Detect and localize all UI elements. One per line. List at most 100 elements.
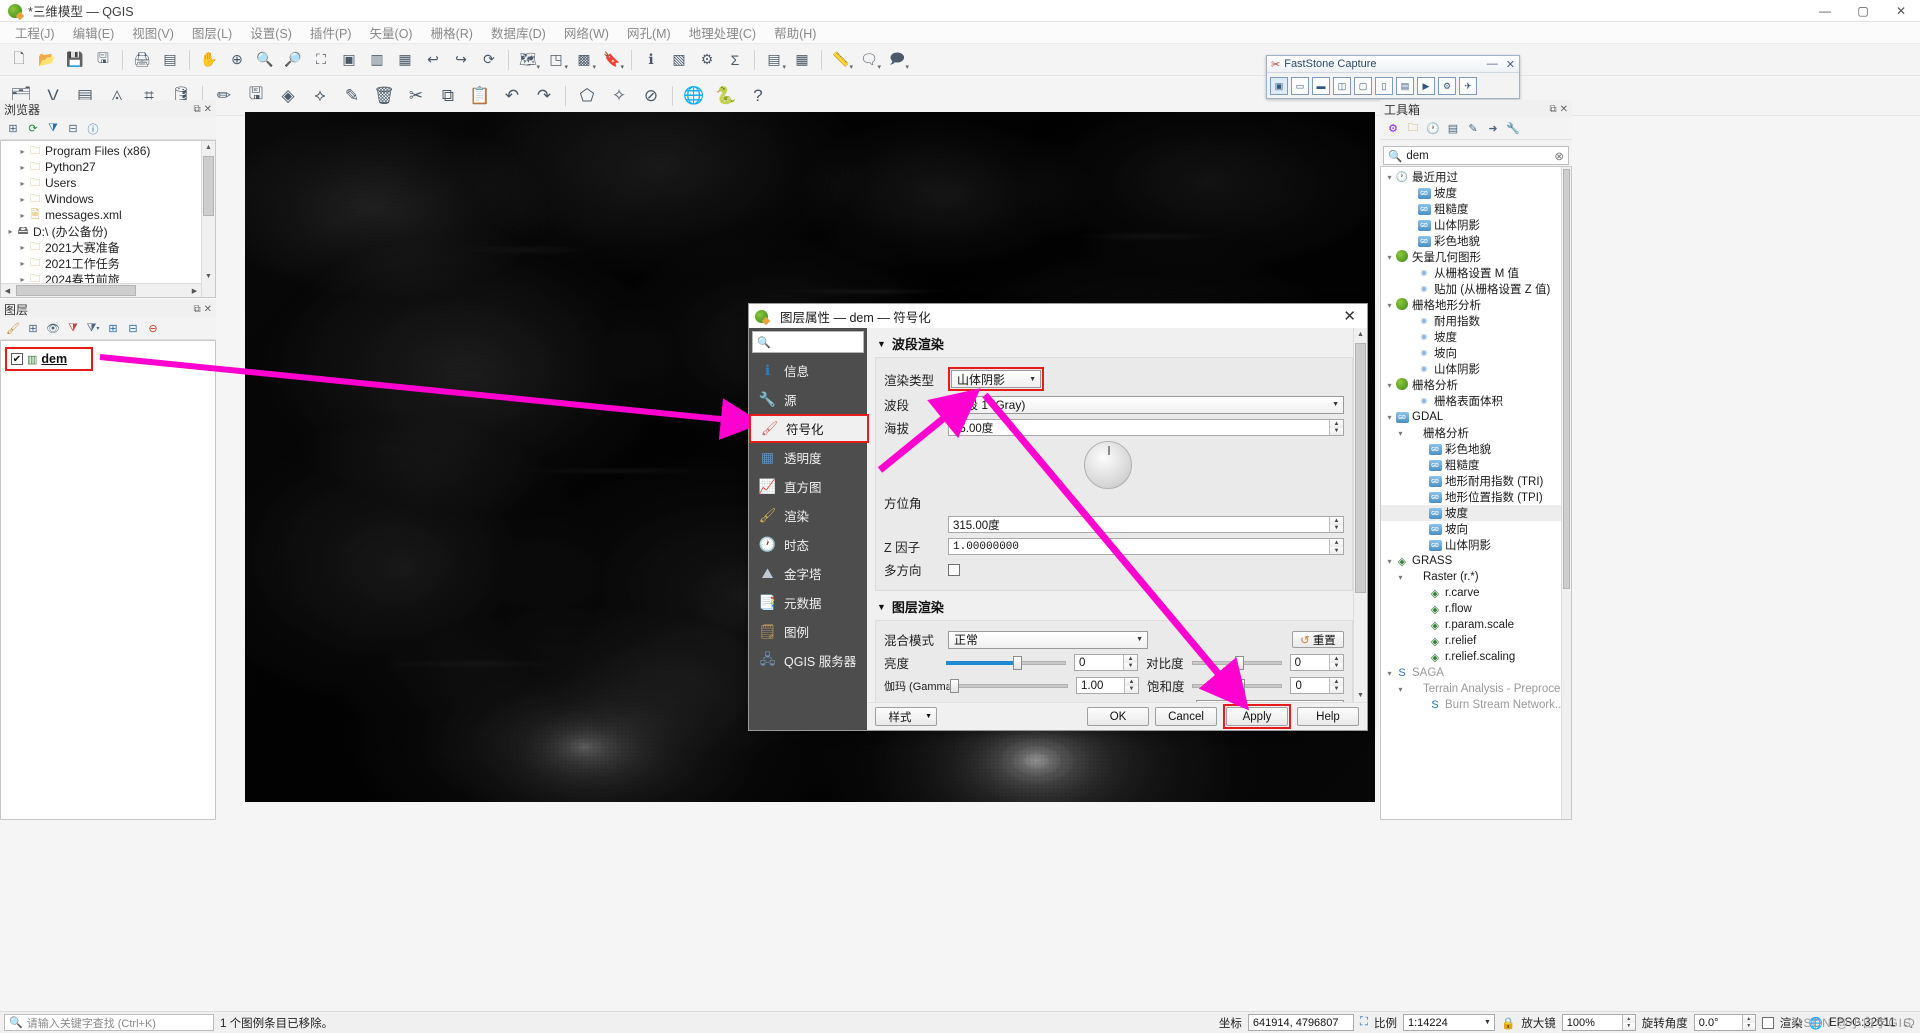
toolbox-tree-item[interactable]: ◈ r.param.scale: [1381, 617, 1571, 633]
toolbox-tree-item[interactable]: ▾ Raster (r.*): [1381, 569, 1571, 585]
spin-up-icon[interactable]: ▲: [1622, 1015, 1635, 1023]
toolbox-panel-float-icon[interactable]: ⧉: [1549, 104, 1556, 115]
zoom-layer-icon[interactable]: ▥: [364, 47, 390, 73]
chevron-right-icon[interactable]: ▸: [17, 243, 28, 252]
help-contents-icon[interactable]: ?: [743, 80, 773, 112]
toolbox-tree-item[interactable]: ▾ GD GDAL: [1381, 409, 1571, 425]
dialog-sidebar-item-4[interactable]: ▦ 透明度: [749, 443, 867, 472]
dialog-vertical-scrollbar[interactable]: ▲ ▼: [1353, 328, 1367, 702]
cancel-button[interactable]: Cancel: [1155, 707, 1217, 726]
browser-refresh-icon[interactable]: ⟳: [25, 121, 41, 137]
spin-up-icon[interactable]: ▲: [1124, 678, 1138, 686]
faststone-minimize-button[interactable]: —: [1487, 58, 1498, 71]
menu-processing[interactable]: 地理处理(C): [680, 21, 765, 44]
manage-map-themes-icon[interactable]: 👁: [45, 321, 61, 337]
chevron-right-icon[interactable]: ▸: [17, 179, 28, 188]
pan-selection-icon[interactable]: ⊕: [224, 47, 250, 73]
scroll-left-icon[interactable]: ◀: [1, 284, 14, 297]
toolbox-tree-item[interactable]: ▾ S SAGA: [1381, 665, 1571, 681]
spin-down-icon[interactable]: ▼: [1124, 662, 1138, 670]
zoom-full-icon[interactable]: ⛶: [308, 47, 334, 73]
toolbox-tree-item[interactable]: ▾ 栅格分析: [1381, 425, 1571, 441]
toolbox-models-icon[interactable]: 🗀: [1405, 121, 1421, 137]
close-button[interactable]: ✕: [1882, 0, 1920, 22]
show-statistics-icon[interactable]: ▩ ▾: [571, 47, 597, 73]
browser-properties-icon[interactable]: ⓘ: [85, 121, 101, 137]
reset-button[interactable]: ↺ 重置: [1292, 631, 1344, 648]
menu-help[interactable]: 帮助(H): [765, 21, 825, 44]
cut-features-icon[interactable]: ✂: [401, 80, 431, 112]
toolbox-panel-close-icon[interactable]: ✕: [1560, 104, 1568, 115]
dialog-sidebar-item-9[interactable]: 📑 元数据: [749, 588, 867, 617]
copy-features-icon[interactable]: ⧉: [433, 80, 463, 112]
browser-tree-item[interactable]: ▸ 🗎 messages.xml: [1, 207, 215, 223]
vertex-tool-icon[interactable]: ⟡: [305, 80, 335, 112]
measure-line-icon[interactable]: 📏 ▾: [828, 47, 854, 73]
toolbox-tree-item[interactable]: GD 彩色地貌: [1381, 233, 1571, 249]
modify-attributes-icon[interactable]: ✎: [337, 80, 367, 112]
toolbox-vertical-scrollbar[interactable]: [1561, 167, 1571, 819]
spin-down-icon[interactable]: ▼: [1330, 524, 1343, 532]
band-rendering-group-title[interactable]: ▼ 波段渲染: [875, 328, 1353, 357]
brightness-slider[interactable]: [946, 655, 1067, 670]
faststone-settings-icon[interactable]: ⚙: [1438, 77, 1456, 95]
dialog-sidebar-item-6[interactable]: 🖌 渲染: [749, 501, 867, 530]
delete-selected-icon[interactable]: 🗑: [369, 80, 399, 112]
ok-button[interactable]: OK: [1087, 707, 1149, 726]
toolbox-tree-item[interactable]: GD 地形耐用指数 (TRI): [1381, 473, 1571, 489]
zoom-selection-icon[interactable]: ▣: [336, 47, 362, 73]
spin-down-icon[interactable]: ▼: [1330, 546, 1343, 554]
multidirection-checkbox[interactable]: [948, 563, 960, 576]
identify-features-icon[interactable]: ℹ: [638, 47, 664, 73]
maximize-button[interactable]: ▢: [1844, 0, 1882, 22]
altitude-spinbox[interactable]: 45.00度 ▲ ▼: [948, 419, 1344, 436]
coordinate-field[interactable]: 641914, 4796807: [1247, 1014, 1354, 1031]
open-layer-styling-icon[interactable]: 🖌: [5, 321, 21, 337]
expand-all-icon[interactable]: ⊞: [105, 321, 121, 337]
toolbox-tree-item[interactable]: ✷ 坡向: [1381, 345, 1571, 361]
save-as-icon[interactable]: 🖫: [90, 47, 116, 73]
add-group-icon[interactable]: ⊞: [25, 321, 41, 337]
capture-freehand-icon[interactable]: ◫: [1333, 77, 1351, 95]
spin-up-icon[interactable]: ▲: [1742, 1015, 1755, 1023]
chevron-right-icon[interactable]: ▸: [17, 163, 28, 172]
collapse-all-icon[interactable]: ⊟: [125, 321, 141, 337]
minimize-button[interactable]: —: [1806, 0, 1844, 22]
toolbox-tree-item[interactable]: ✷ 贴加 (从栅格设置 Z 值): [1381, 281, 1571, 297]
style-button[interactable]: 样式 ▼: [875, 707, 937, 726]
capture-rectangle-icon[interactable]: ▬: [1312, 77, 1330, 95]
blend-mode-combo[interactable]: 正常 ▼: [948, 630, 1148, 649]
layers-panel-float-icon[interactable]: ⧉: [193, 304, 200, 315]
toolbox-tree-item[interactable]: ◈ r.relief: [1381, 633, 1571, 649]
scroll-down-icon[interactable]: ▼: [1354, 689, 1367, 702]
toolbox-tree[interactable]: ▾ 🕐 最近用过 GD 坡度 GD 粗糙度 GD 山体阴影 GD 彩色地貌 ▾ 矢量几何图形 ✷ 从栅格设置…: [1380, 166, 1572, 820]
gamma-spinbox[interactable]: 1.00 ▲ ▼: [1076, 677, 1139, 694]
scroll-right-icon[interactable]: ▶: [188, 284, 201, 297]
attribute-table-icon[interactable]: ▤ ▾: [761, 47, 787, 73]
dialog-sidebar-item-5[interactable]: 📈 直方图: [749, 472, 867, 501]
toolbox-tree-item[interactable]: ▾ 栅格分析: [1381, 377, 1571, 393]
menu-project[interactable]: 工程(J): [6, 21, 64, 44]
chevron-down-icon[interactable]: ▾: [1384, 253, 1395, 262]
select-polygon-icon[interactable]: ⬠: [572, 80, 602, 112]
georeferencer-icon[interactable]: 🌐: [679, 80, 709, 112]
save-project-icon[interactable]: 💾: [62, 47, 88, 73]
render-checkbox[interactable]: [1761, 1016, 1774, 1029]
scale-combo[interactable]: 1:14224 ▼: [1402, 1014, 1495, 1031]
toolbox-tree-item[interactable]: ▾ 🕐 最近用过: [1381, 169, 1571, 185]
rotation-spinbox[interactable]: 0.0° ▲ ▼: [1693, 1014, 1756, 1031]
menu-database[interactable]: 数据库(D): [482, 21, 555, 44]
dialog-sidebar-item-11[interactable]: 🖧 QGIS 服务器: [749, 646, 867, 675]
browser-horizontal-scrollbar[interactable]: ◀ ▶: [1, 283, 201, 297]
faststone-send-icon[interactable]: ✈: [1459, 77, 1477, 95]
select-freehand-icon[interactable]: ✧: [604, 80, 634, 112]
toolbox-results-icon[interactable]: ▤: [1445, 121, 1461, 137]
spin-up-icon[interactable]: ▲: [1330, 539, 1343, 547]
toolbox-tree-item[interactable]: GD 地形位置指数 (TPI): [1381, 489, 1571, 505]
open-project-icon[interactable]: 📂: [34, 47, 60, 73]
toolbox-search-input[interactable]: 🔍 dem ⊗: [1383, 146, 1569, 165]
browser-add-layer-icon[interactable]: ⊞: [5, 121, 21, 137]
toolbox-add-script-icon[interactable]: ➜: [1485, 121, 1501, 137]
redo-icon[interactable]: ↷: [529, 80, 559, 112]
save-layer-edits-icon[interactable]: 🖫: [241, 80, 271, 112]
